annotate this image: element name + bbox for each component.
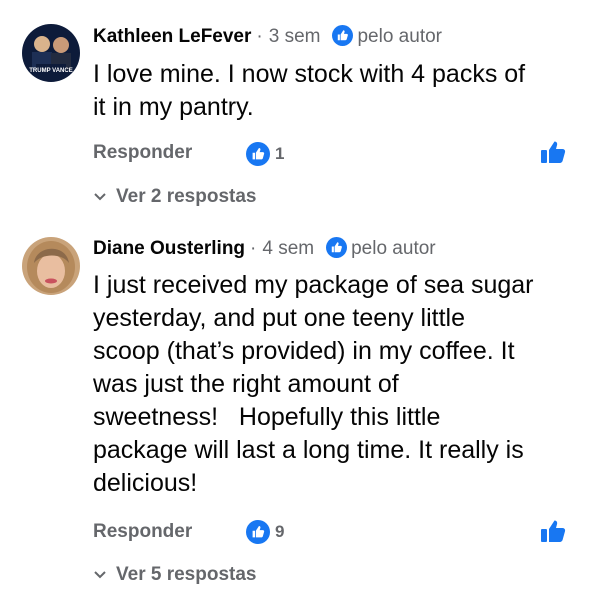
like-button-icon[interactable] (540, 140, 566, 164)
like-button-icon[interactable] (540, 519, 566, 543)
reaction-count: 9 (275, 522, 285, 541)
comment: TRUMP VANCE Kathleen LeFever · 3 sem pelo a… (0, 0, 590, 220)
view-replies-label: Ver 2 respostas (116, 186, 257, 207)
reaction-summary[interactable]: 9 (246, 520, 284, 544)
comment-text: I love mine. I now stock with 4 packs of… (93, 58, 573, 124)
view-replies-button[interactable]: Ver 5 respostas (93, 564, 256, 586)
view-replies-label: Ver 5 respostas (116, 564, 257, 585)
comment-text-line: I just received my package of sea sugar (93, 271, 534, 299)
chevron-down-icon (94, 571, 106, 579)
comment-text-line: sweetness! Hopefully this little (93, 403, 441, 431)
comment-text-line: I love mine. I now stock with 4 packs of (93, 60, 526, 88)
comment: Diane Ousterling · 4 sem pelo autor I just … (0, 225, 590, 603)
comment-header: Kathleen LeFever · 3 sem pelo autor (93, 25, 442, 49)
comment-text-line: it in my pantry. (93, 93, 254, 121)
author-badge-label: pelo autor (357, 26, 442, 47)
like-reaction-icon (246, 520, 270, 544)
avatar[interactable] (22, 237, 80, 295)
reply-button[interactable]: Responder (93, 521, 192, 543)
like-reaction-icon (246, 142, 270, 166)
author-name[interactable]: Diane Ousterling (93, 238, 245, 259)
author-badge-icon (332, 25, 354, 46)
separator: · (256, 26, 263, 47)
reply-button[interactable]: Responder (93, 142, 192, 164)
comment-text-line: delicious! (93, 469, 198, 497)
avatar-caption: TRUMP VANCE (29, 68, 72, 74)
comment-text-line: scoop (that’s provided) in my coffee. It (93, 337, 515, 365)
view-replies-button[interactable]: Ver 2 respostas (93, 186, 256, 208)
author-badge-label: pelo autor (351, 238, 436, 259)
author-badge-icon (326, 237, 348, 258)
reaction-summary[interactable]: 1 (246, 142, 284, 166)
comment-text-line: package will last a long time. It really… (93, 436, 524, 464)
timestamp[interactable]: 3 sem (269, 26, 321, 47)
comment-text: I just received my package of sea sugar … (93, 269, 573, 500)
author-name[interactable]: Kathleen LeFever (93, 26, 251, 47)
comment-header: Diane Ousterling · 4 sem pelo autor (93, 237, 436, 261)
avatar[interactable]: TRUMP VANCE (22, 24, 80, 82)
separator: · (250, 238, 257, 259)
comment-text-line: was just the right amount of (93, 370, 399, 398)
timestamp[interactable]: 4 sem (262, 238, 314, 259)
chevron-down-icon (94, 193, 106, 201)
comment-text-line: yesterday, and put one teeny little (93, 304, 465, 332)
reaction-count: 1 (275, 144, 285, 163)
